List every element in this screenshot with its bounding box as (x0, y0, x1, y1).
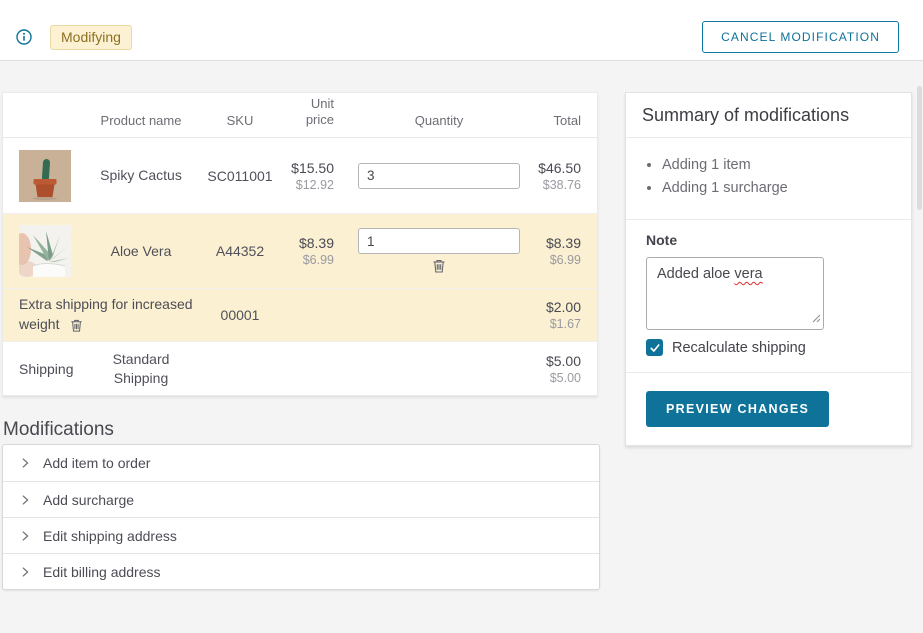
total-secondary: $6.99 (536, 253, 581, 267)
product-sku: SC011001 (195, 168, 285, 184)
total-secondary: $38.76 (536, 178, 581, 192)
table-row-spiky-cactus: Spiky Cactus SC011001 $15.50 $12.92 $46.… (3, 138, 597, 214)
surcharge-sku: 00001 (195, 307, 285, 323)
top-bar: Modifying CANCEL MODIFICATION (0, 0, 923, 61)
chevron-right-icon (18, 529, 32, 543)
accordion-edit-shipping-address[interactable]: Edit shipping address (3, 517, 599, 553)
summary-item: Adding 1 surcharge (662, 180, 895, 196)
accordion-add-item-to-order[interactable]: Add item to order (3, 445, 599, 481)
chevron-right-icon (18, 493, 32, 507)
recalculate-shipping-checkbox[interactable] (646, 339, 663, 356)
total-cell: $46.50 $38.76 (536, 160, 597, 192)
accordion-label: Add surcharge (43, 492, 134, 508)
note-label: Note (646, 232, 891, 248)
quantity-input-spiky-cactus[interactable] (358, 163, 520, 189)
recalculate-shipping-row: Recalculate shipping (646, 339, 891, 356)
status-badge: Modifying (50, 25, 132, 50)
chevron-right-icon (18, 565, 32, 579)
chevron-right-icon (18, 456, 32, 470)
note-misspelled-word: vera (734, 266, 762, 282)
accordion-edit-billing-address[interactable]: Edit billing address (3, 553, 599, 589)
recalculate-shipping-label[interactable]: Recalculate shipping (672, 340, 806, 356)
textarea-resize-handle[interactable] (812, 311, 821, 327)
note-section: Note Added aloe vera Recalculate shippin… (626, 220, 911, 373)
note-text: Added aloe (657, 266, 734, 282)
checkmark-icon (649, 342, 661, 354)
total-cell: $5.00 $5.00 (536, 353, 597, 385)
unit-price-cell: $8.39 $6.99 (285, 235, 342, 267)
accordion-add-surcharge[interactable]: Add surcharge (3, 481, 599, 517)
total: $46.50 (536, 160, 581, 176)
trash-icon (431, 258, 447, 274)
table-header-row: Product name SKU Unit price Quantity Tot… (3, 93, 597, 138)
note-textarea[interactable]: Added aloe vera (646, 257, 824, 330)
summary-item: Adding 1 item (662, 157, 895, 173)
total: $5.00 (536, 353, 581, 369)
table-row-aloe-vera: Aloe Vera A44352 $8.39 $6.99 $8.39 (3, 214, 597, 289)
info-icon[interactable] (16, 29, 32, 45)
unit-price: $15.50 (285, 160, 334, 176)
summary-of-modifications-panel: Summary of modifications Adding 1 item A… (625, 92, 912, 446)
column-header-quantity: Quantity (342, 113, 536, 128)
table-row-shipping: Shipping Standard Shipping $5.00 $5.00 (3, 342, 597, 395)
unit-price-cell: $15.50 $12.92 (285, 160, 342, 192)
product-image-aloe-vera (3, 225, 87, 277)
surcharge-label: Extra shipping for increased weight (19, 296, 193, 332)
shipping-method: Standard Shipping (87, 350, 195, 386)
accordion-label: Edit billing address (43, 564, 161, 580)
modifications-accordion: Add item to order Add surcharge Edit shi… (2, 444, 600, 590)
order-table: Product name SKU Unit price Quantity Tot… (2, 92, 598, 396)
delete-surcharge-button[interactable] (69, 318, 84, 333)
unit-price-secondary: $6.99 (285, 253, 334, 267)
total-secondary: $5.00 (536, 371, 581, 385)
total-secondary: $1.67 (536, 317, 581, 331)
delete-item-button[interactable] (431, 258, 447, 274)
total: $2.00 (536, 299, 581, 315)
quantity-input-aloe-vera[interactable] (358, 228, 520, 254)
product-name: Spiky Cactus (87, 166, 195, 184)
shipping-label: Shipping (3, 361, 87, 377)
product-image-spiky-cactus (3, 150, 87, 202)
summary-title: Summary of modifications (626, 93, 911, 138)
modifications-title: Modifications (3, 419, 114, 441)
column-header-product-name: Product name (87, 113, 195, 128)
column-header-unit-price: Unit price (285, 96, 342, 129)
summary-actions: PREVIEW CHANGES (626, 373, 911, 445)
vertical-scrollbar[interactable] (917, 86, 922, 210)
cancel-modification-button[interactable]: CANCEL MODIFICATION (702, 21, 899, 53)
unit-price: $8.39 (285, 235, 334, 251)
column-header-total: Total (536, 113, 597, 128)
total: $8.39 (536, 235, 581, 251)
accordion-label: Edit shipping address (43, 528, 177, 544)
summary-list: Adding 1 item Adding 1 surcharge (626, 138, 911, 220)
trash-icon (69, 318, 84, 333)
table-row-surcharge: Extra shipping for increased weight 0000… (3, 289, 597, 342)
product-name: Aloe Vera (87, 242, 195, 260)
unit-price-secondary: $12.92 (285, 178, 334, 192)
total-cell: $8.39 $6.99 (536, 235, 597, 267)
column-header-sku: SKU (195, 113, 285, 128)
product-sku: A44352 (195, 243, 285, 259)
accordion-label: Add item to order (43, 455, 150, 471)
preview-changes-button[interactable]: PREVIEW CHANGES (646, 391, 829, 427)
total-cell: $2.00 $1.67 (536, 299, 597, 331)
